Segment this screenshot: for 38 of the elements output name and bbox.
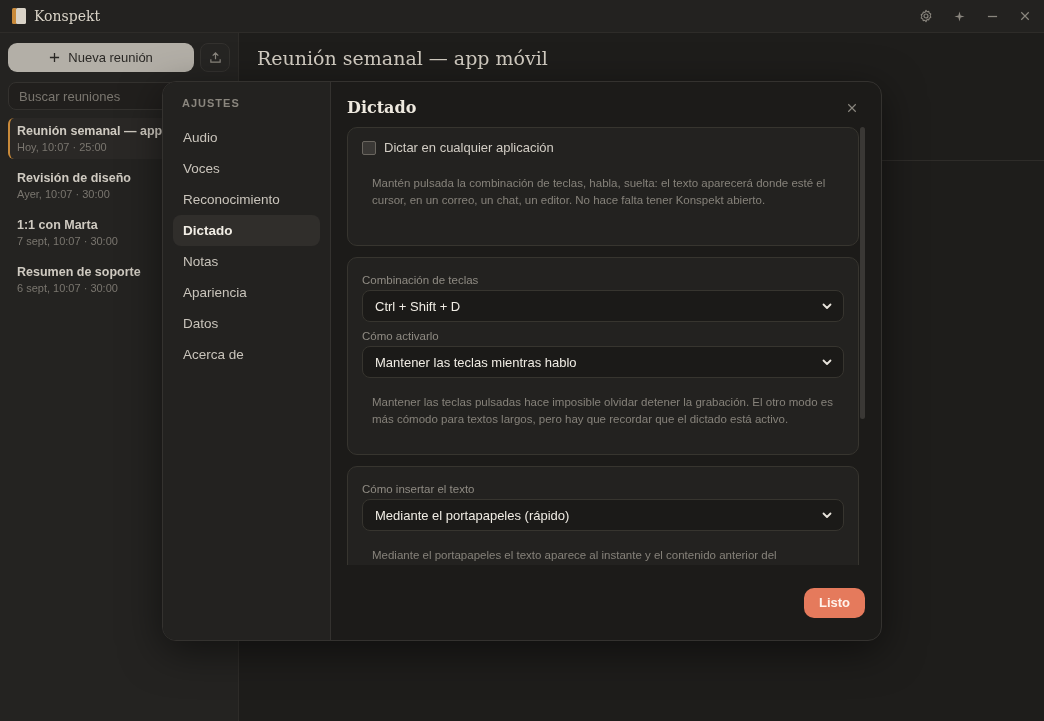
field-label: Cómo activarlo bbox=[362, 330, 440, 342]
nav-item[interactable]: Datos bbox=[173, 308, 320, 339]
meeting-title: Resumen de soporte bbox=[17, 265, 141, 279]
nav-item[interactable]: Notas bbox=[173, 246, 320, 277]
description: Mantén pulsada la combinación de teclas, habla, suelta: el texto aparecerá donde esté el cursor, en un correo, un chat, un editor. No hace falta tener Konspekt abierto. bbox=[371, 176, 827, 208]
meeting-meta: Hoy, 10:07 · 25:00 bbox=[17, 141, 107, 153]
close-icon[interactable] bbox=[1018, 9, 1032, 23]
dropdown[interactable]: Mediante el portapapeles (rápido) bbox=[362, 499, 844, 531]
scrollbar[interactable] bbox=[860, 127, 865, 419]
panel-title: Dictado bbox=[347, 98, 417, 117]
meeting-meta: Ayer, 10:07 · 30:00 bbox=[17, 188, 110, 200]
nav-item[interactable]: Acerca de bbox=[173, 339, 320, 370]
checkbox-label: Dictar en cualquier aplicación bbox=[384, 140, 554, 155]
meeting-meta: 6 sept, 10:07 · 30:00 bbox=[17, 282, 118, 294]
field-label: Cómo insertar el texto bbox=[362, 483, 476, 495]
meeting-title: Reunión semanal — app bbox=[17, 124, 163, 138]
app-title: Konspekt bbox=[34, 8, 101, 24]
description: Mantener las teclas pulsadas hace imposible olvidar detener la grabación. El otro modo es más cómodo para textos largos, pero hay que recordar que el dictado está activo. bbox=[371, 395, 834, 427]
nav-item[interactable]: Reconocimiento bbox=[173, 184, 320, 215]
meeting-meta: 7 sept, 10:07 · 30:00 bbox=[17, 235, 118, 247]
meeting-title: 1:1 con Marta bbox=[17, 218, 98, 232]
plus-icon bbox=[49, 52, 61, 63]
sparkle-icon[interactable] bbox=[952, 9, 966, 23]
settings-icon[interactable] bbox=[919, 9, 933, 23]
new-meeting-button[interactable]: Nueva reunión bbox=[8, 43, 195, 72]
meeting-title: Revisión de diseño bbox=[17, 171, 131, 185]
description: Mediante el portapapeles el texto aparece al instante y el contenido anterior del bbox=[371, 548, 778, 563]
field-label: Combinación de teclas bbox=[362, 274, 480, 286]
upload-button[interactable] bbox=[200, 43, 230, 72]
nav-item[interactable]: Dictado bbox=[173, 215, 320, 246]
dropdown[interactable]: Mantener las teclas mientras hablo bbox=[362, 346, 844, 378]
upload-icon bbox=[208, 51, 222, 64]
meeting-heading: Reunión semanal — app móvil bbox=[257, 47, 549, 69]
book-icon bbox=[12, 8, 26, 24]
dropdown[interactable]: Ctrl + Shift + D bbox=[362, 290, 844, 322]
checkbox[interactable] bbox=[362, 140, 376, 155]
close-icon[interactable] bbox=[847, 102, 857, 113]
nav-item[interactable]: Apariencia bbox=[173, 277, 320, 308]
